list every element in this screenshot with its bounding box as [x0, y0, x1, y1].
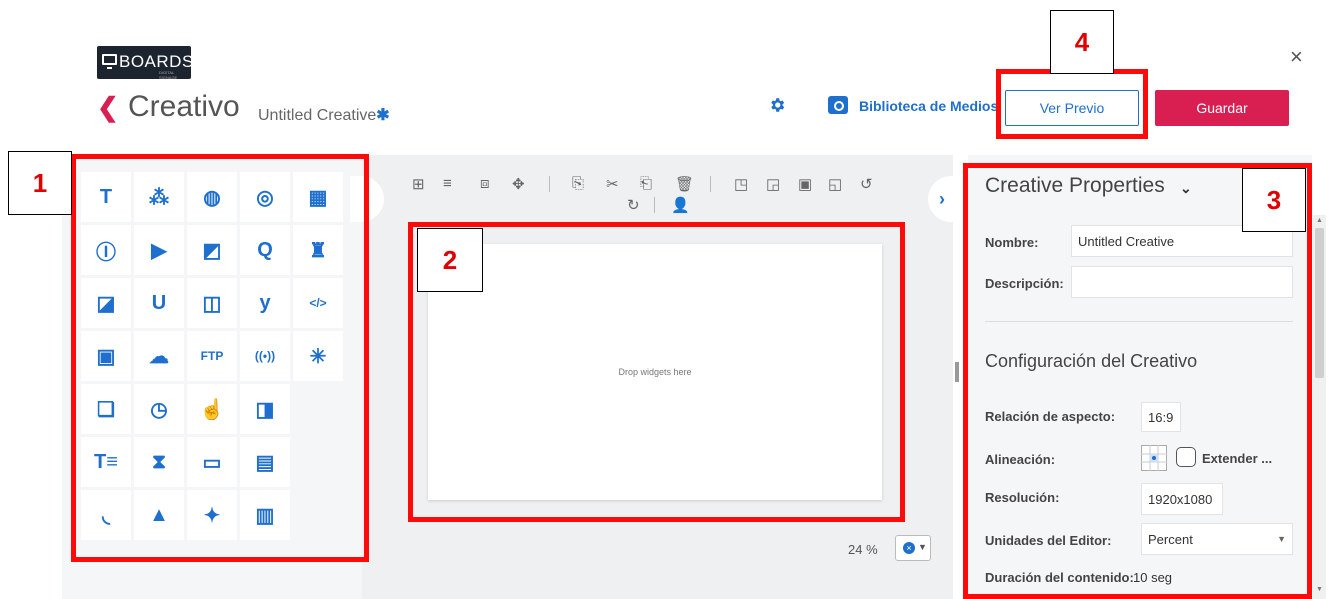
save-button[interactable]: Guardar: [1155, 90, 1289, 126]
page-title: Creativo: [128, 90, 240, 123]
annotation-box-1: [71, 154, 369, 562]
redo-icon[interactable]: ↻: [627, 196, 640, 214]
annotation-number-2: 2: [417, 228, 483, 292]
frame-icon[interactable]: ⧈: [480, 175, 490, 192]
toolbar-separator: [549, 176, 550, 192]
monitor-icon: [102, 54, 117, 69]
zoom-level: 24 %: [848, 542, 878, 557]
logo-subtext: DIGITAL SIGNAGE: [159, 70, 178, 80]
zoom-reset-icon: ×: [903, 542, 915, 554]
media-library-link[interactable]: Biblioteca de Medios: [859, 98, 998, 114]
subtitle-text: Untitled Creative: [258, 107, 377, 124]
send-backward-icon[interactable]: ◱: [828, 175, 842, 193]
add-user-icon[interactable]: 👤: [671, 196, 690, 214]
creative-name-subtitle: Untitled Creative✱: [258, 105, 390, 125]
annotation-number-3: 3: [1242, 168, 1306, 232]
resize-handle[interactable]: [955, 362, 959, 382]
annotation-number-1: 1: [8, 151, 72, 215]
camera-icon[interactable]: [828, 96, 848, 114]
app-window: BOARDS DIGITAL SIGNAGE ❮ Creativo Untitl…: [0, 0, 1329, 599]
toolbar-separator: [654, 197, 655, 213]
move-icon[interactable]: ✥: [512, 175, 525, 193]
close-icon[interactable]: ×: [1290, 44, 1303, 70]
brand-logo: BOARDS DIGITAL SIGNAGE: [97, 46, 194, 80]
cut-icon[interactable]: ✂: [606, 175, 619, 193]
annotation-number-4: 4: [1050, 10, 1114, 74]
copy-icon[interactable]: ⎘: [572, 175, 584, 192]
chevron-left-icon[interactable]: ❮: [97, 92, 119, 122]
bring-front-icon[interactable]: ◳: [734, 175, 748, 193]
scrollbar-thumb[interactable]: [1315, 228, 1324, 378]
unsaved-marker: ✱: [376, 107, 390, 124]
grid-icon[interactable]: ⊞: [412, 175, 425, 193]
toolbar-separator: [710, 176, 711, 192]
scroll-down-icon[interactable]: ▼: [1316, 586, 1323, 593]
annotation-box-4: [996, 69, 1148, 139]
send-back-icon[interactable]: ◲: [766, 175, 780, 193]
bring-forward-icon[interactable]: ▣: [798, 175, 812, 193]
gear-icon[interactable]: [768, 96, 786, 114]
undo-icon[interactable]: ↺: [860, 175, 873, 193]
scroll-up-icon[interactable]: ▲: [1316, 217, 1323, 224]
zoom-dropdown[interactable]: × ▼: [895, 535, 931, 561]
trash-icon[interactable]: 🗑: [675, 175, 694, 193]
align-icon[interactable]: ≡: [443, 175, 452, 192]
logo-text: BOARDS: [119, 52, 194, 71]
paste-icon[interactable]: ⎗: [640, 175, 652, 192]
chevron-down-icon: ▼: [918, 542, 927, 552]
